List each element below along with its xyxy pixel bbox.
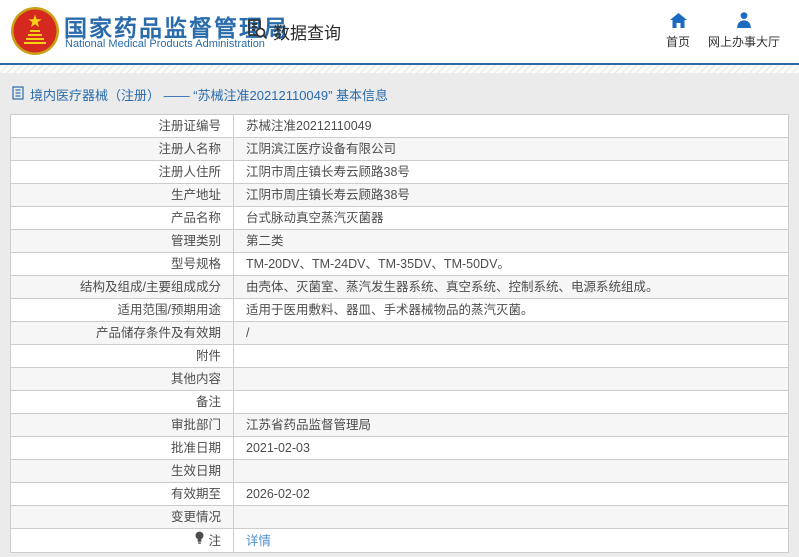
home-icon <box>656 12 700 28</box>
table-row: 其他内容 <box>11 368 788 391</box>
org-title-en: National Medical Products Administration <box>65 38 265 50</box>
row-value: 详情 <box>234 529 788 552</box>
row-value: 适用于医用敷料、器皿、手术器械物品的蒸汽灭菌。 <box>246 303 534 317</box>
main-content: 境内医疗器械（注册） —— “苏械注准20212110049” 基本信息 注册证… <box>0 73 799 553</box>
table-row: 注册人名称 江阴滨江医疗设备有限公司 <box>11 138 788 161</box>
table-row: 产品储存条件及有效期 / <box>11 322 788 345</box>
table-row: 适用范围/预期用途 适用于医用敷料、器皿、手术器械物品的蒸汽灭菌。 <box>11 299 788 322</box>
row-value <box>234 506 788 528</box>
row-label: 注册人住所 <box>11 161 234 183</box>
row-value: 苏械注准20212110049 <box>246 119 372 133</box>
table-row: 附件 <box>11 345 788 368</box>
row-label: 批准日期 <box>11 437 234 459</box>
note-label: 注 <box>208 533 221 548</box>
site-header: 国家药品监督管理局 National Medical Products Admi… <box>0 0 799 63</box>
data-query-label: 数据查询 <box>273 24 341 43</box>
row-label: 附件 <box>11 345 234 367</box>
nav-item-online-service-hall[interactable]: 网上办事大厅 <box>704 12 784 50</box>
row-value: 2026-02-02 <box>246 487 310 501</box>
nav-hall-label: 网上办事大厅 <box>707 35 780 49</box>
table-row: 注册证编号 苏械注准20212110049 <box>11 115 788 138</box>
row-label: 生效日期 <box>11 460 234 482</box>
row-label: 其他内容 <box>11 368 234 390</box>
row-value <box>234 345 788 367</box>
row-value: 由壳体、灭菌室、蒸汽发生器系统、真空系统、控制系统、电源系统组成。 <box>246 280 659 294</box>
table-row: 批准日期 2021-02-03 <box>11 437 788 460</box>
table-row: 变更情况 <box>11 506 788 529</box>
table-row: 有效期至 2026-02-02 <box>11 483 788 506</box>
row-label: 管理类别 <box>11 230 234 252</box>
row-label: 变更情况 <box>11 506 234 528</box>
table-row: 产品名称 台式脉动真空蒸汽灭菌器 <box>11 207 788 230</box>
table-row: 生效日期 <box>11 460 788 483</box>
table-row: 审批部门 江苏省药品监督管理局 <box>11 414 788 437</box>
row-label: 生产地址 <box>11 184 234 206</box>
row-label: 注 <box>11 529 234 552</box>
table-row: 型号规格 TM-20DV、TM-24DV、TM-35DV、TM-50DV。 <box>11 253 788 276</box>
row-value: / <box>246 326 250 340</box>
table-row: 注册人住所 江阴市周庄镇长寿云顾路38号 <box>11 161 788 184</box>
row-label: 结构及组成/主要组成成分 <box>11 276 234 298</box>
page-title: 境内医疗器械（注册） —— “苏械注准20212110049” 基本信息 <box>30 87 389 103</box>
row-value: 第二类 <box>246 234 284 248</box>
document-search-icon <box>245 17 269 46</box>
row-value: 江阴市周庄镇长寿云顾路38号 <box>246 165 410 179</box>
table-row: 管理类别 第二类 <box>11 230 788 253</box>
decorative-stripe-band <box>0 65 799 73</box>
person-icon <box>704 12 784 28</box>
row-value: 江阴市周庄镇长寿云顾路38号 <box>246 188 410 202</box>
row-label: 适用范围/预期用途 <box>11 299 234 321</box>
detail-link[interactable]: 详情 <box>246 530 271 552</box>
breadcrumb: 境内医疗器械（注册） —— “苏械注准20212110049” 基本信息 <box>12 82 799 106</box>
row-value: 2021-02-03 <box>246 441 310 455</box>
lightbulb-icon <box>194 530 205 552</box>
registration-info-table: 注册证编号 苏械注准20212110049 注册人名称 江阴滨江医疗设备有限公司… <box>10 114 789 553</box>
nav-item-home[interactable]: 首页 <box>656 12 700 50</box>
row-value: 江苏省药品监督管理局 <box>246 418 372 432</box>
row-value <box>234 391 788 413</box>
row-label: 产品名称 <box>11 207 234 229</box>
row-label: 注册人名称 <box>11 138 234 160</box>
row-label: 备注 <box>11 391 234 413</box>
document-icon <box>12 85 24 103</box>
row-label: 产品储存条件及有效期 <box>11 322 234 344</box>
row-label: 有效期至 <box>11 483 234 505</box>
table-row: 结构及组成/主要组成成分 由壳体、灭菌室、蒸汽发生器系统、真空系统、控制系统、电… <box>11 276 788 299</box>
row-value <box>234 368 788 390</box>
table-row-note: 注 详情 <box>11 529 788 552</box>
row-label: 型号规格 <box>11 253 234 275</box>
nav-home-label: 首页 <box>665 35 690 49</box>
row-value: TM-20DV、TM-24DV、TM-35DV、TM-50DV。 <box>246 257 510 271</box>
data-query-tab[interactable]: 数据查询 <box>245 17 341 46</box>
table-row: 生产地址 江阴市周庄镇长寿云顾路38号 <box>11 184 788 207</box>
national-emblem-logo <box>10 5 60 62</box>
row-value <box>234 460 788 482</box>
row-label: 注册证编号 <box>11 115 234 137</box>
row-label: 审批部门 <box>11 414 234 436</box>
table-row: 备注 <box>11 391 788 414</box>
row-value: 江阴滨江医疗设备有限公司 <box>246 142 397 156</box>
row-value: 台式脉动真空蒸汽灭菌器 <box>246 211 384 225</box>
